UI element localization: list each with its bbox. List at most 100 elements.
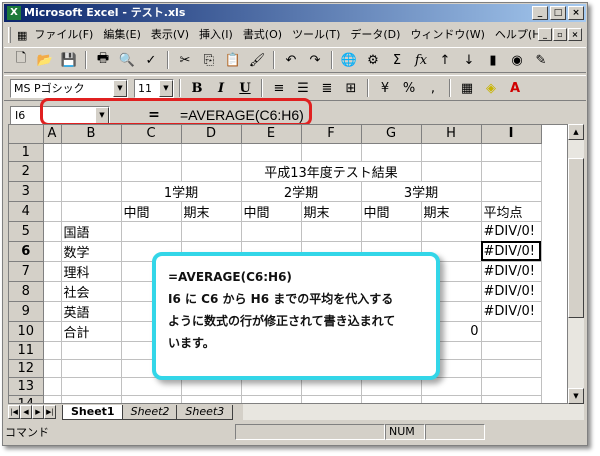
cell[interactable] [121, 143, 182, 162]
cell[interactable] [121, 161, 182, 182]
cell[interactable] [301, 395, 362, 403]
row-header[interactable]: 1 [9, 143, 44, 162]
save-icon[interactable]: 💾 [58, 49, 80, 71]
average-cell[interactable]: #DIV/0! [481, 261, 542, 282]
cell[interactable] [361, 395, 422, 403]
cell[interactable] [481, 341, 542, 360]
cell[interactable] [43, 261, 62, 282]
average-cell[interactable]: #DIV/0! [481, 281, 542, 302]
subheader-cell[interactable]: 期末 [421, 201, 482, 222]
cell[interactable] [301, 221, 362, 242]
doc-restore-button[interactable]: ▫ [553, 28, 567, 41]
cell[interactable] [421, 161, 482, 182]
col-header-e[interactable]: E [241, 125, 302, 144]
minimize-button[interactable]: _ [532, 6, 548, 20]
cell[interactable] [61, 341, 122, 360]
sort-ascending-icon[interactable]: ↑ [434, 49, 456, 71]
menu-data[interactable]: データ(D) [345, 26, 405, 44]
cell[interactable] [181, 143, 242, 162]
open-icon[interactable]: 📂 [34, 49, 56, 71]
cut-icon[interactable]: ✂ [174, 49, 196, 71]
font-color-icon[interactable]: A [504, 77, 526, 99]
row-header[interactable]: 10 [9, 321, 44, 342]
cell[interactable] [43, 377, 62, 396]
cell[interactable] [43, 359, 62, 378]
menu-insert[interactable]: 挿入(I) [194, 26, 238, 44]
cell[interactable] [43, 201, 62, 222]
cell[interactable] [181, 221, 242, 242]
web-toolbar-icon[interactable]: ⚙ [362, 49, 384, 71]
select-all-corner[interactable] [9, 125, 44, 144]
fill-color-icon[interactable]: ◈ [480, 77, 502, 99]
row-header[interactable]: 14 [9, 395, 44, 403]
scroll-thumb[interactable] [568, 158, 584, 318]
cell[interactable] [361, 143, 422, 162]
cell[interactable] [121, 395, 182, 403]
row-header[interactable]: 9 [9, 301, 44, 322]
row-header[interactable]: 8 [9, 281, 44, 302]
cell[interactable] [421, 221, 482, 242]
row-header[interactable]: 3 [9, 181, 44, 202]
cell[interactable] [421, 395, 482, 403]
cell[interactable] [361, 221, 422, 242]
cell[interactable] [61, 359, 122, 378]
subheader-cell[interactable]: 中間 [121, 201, 182, 222]
subheader-cell[interactable]: 中間 [361, 201, 422, 222]
subject-cell[interactable]: 社会 [61, 281, 122, 302]
scroll-up-icon[interactable]: ▲ [568, 124, 584, 140]
chevron-down-icon[interactable]: ▼ [113, 79, 127, 97]
cell[interactable] [43, 161, 62, 182]
italic-icon[interactable]: I [210, 77, 232, 99]
cell[interactable] [43, 143, 62, 162]
cell[interactable] [43, 301, 62, 322]
format-painter-icon[interactable]: 🖌 [246, 49, 268, 71]
first-sheet-icon[interactable]: |◀ [8, 405, 20, 419]
menu-edit[interactable]: 編集(E) [98, 26, 146, 44]
underline-icon[interactable]: U [234, 77, 256, 99]
cell[interactable] [43, 341, 62, 360]
cell[interactable] [61, 161, 122, 182]
active-average-cell[interactable]: #DIV/0! [481, 241, 542, 262]
bold-icon[interactable]: B [186, 77, 208, 99]
row-header[interactable]: 4 [9, 201, 44, 222]
align-left-icon[interactable]: ≡ [268, 77, 290, 99]
redo-icon[interactable]: ↷ [304, 49, 326, 71]
menu-format[interactable]: 書式(O) [238, 26, 287, 44]
cell[interactable] [61, 201, 122, 222]
col-header-d[interactable]: D [181, 125, 242, 144]
map-icon[interactable]: ◉ [506, 49, 528, 71]
prev-sheet-icon[interactable]: ◀ [20, 405, 32, 419]
cell[interactable] [241, 143, 302, 162]
subheader-cell[interactable]: 中間 [241, 201, 302, 222]
sheet-title-cell[interactable]: 平成13年度テスト結果 [241, 161, 422, 182]
subheader-cell[interactable]: 期末 [181, 201, 242, 222]
function-icon[interactable]: fx [410, 49, 432, 71]
horizontal-scrollbar[interactable] [243, 404, 584, 420]
term-3-cell[interactable]: 3学期 [361, 181, 482, 202]
vertical-scrollbar[interactable]: ▲ ▼ [568, 124, 584, 404]
font-size-select[interactable]: 11 ▼ [134, 78, 174, 98]
subject-cell[interactable]: 合計 [61, 321, 122, 342]
currency-icon[interactable]: ¥ [374, 77, 396, 99]
col-header-g[interactable]: G [361, 125, 422, 144]
col-header-a[interactable]: A [43, 125, 62, 144]
tab-sheet1[interactable]: Sheet1 [62, 404, 124, 420]
merge-center-icon[interactable]: ⊞ [340, 77, 362, 99]
subject-cell[interactable]: 数学 [61, 241, 122, 262]
sort-descending-icon[interactable]: ↓ [458, 49, 480, 71]
align-center-icon[interactable]: ☰ [292, 77, 314, 99]
last-sheet-icon[interactable]: ▶| [44, 405, 56, 419]
chevron-down-icon[interactable]: ▼ [159, 79, 173, 97]
row-header[interactable]: 13 [9, 377, 44, 396]
cell[interactable] [241, 395, 302, 403]
next-sheet-icon[interactable]: ▶ [32, 405, 44, 419]
col-header-f[interactable]: F [301, 125, 362, 144]
tab-sheet3[interactable]: Sheet3 [176, 404, 234, 420]
menu-file[interactable]: ファイル(F) [29, 26, 98, 44]
cell[interactable] [43, 221, 62, 242]
scroll-down-icon[interactable]: ▼ [568, 388, 584, 404]
col-header-b[interactable]: B [61, 125, 122, 144]
cell[interactable] [481, 359, 542, 378]
average-cell[interactable]: #DIV/0! [481, 301, 542, 322]
percent-icon[interactable]: % [398, 77, 420, 99]
